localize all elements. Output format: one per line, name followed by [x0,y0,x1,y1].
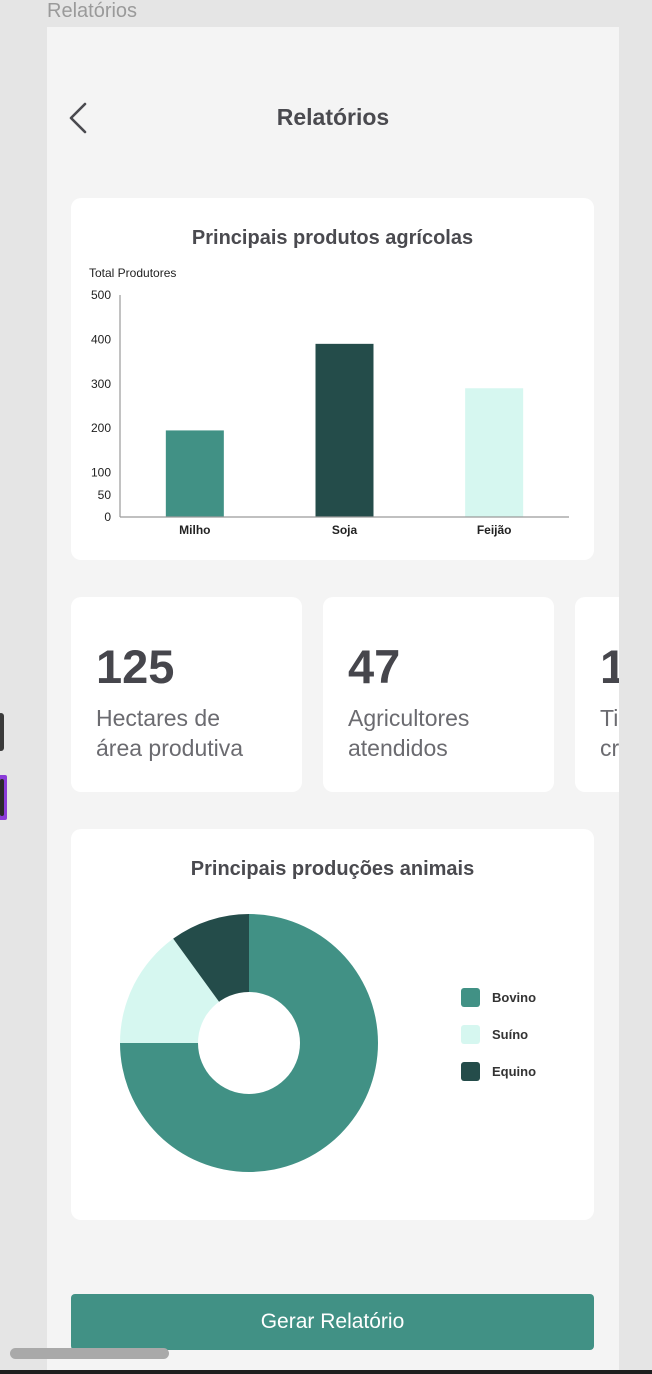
page-title: Relatórios [276,104,390,130]
phone-screen: Relatórios Principais produtos agrícolas… [47,27,619,1370]
x-tick-label: Milho [179,523,210,537]
x-tick-label: Feijão [477,523,512,537]
donut-chart [120,914,378,1172]
legend-swatch [461,1025,480,1044]
generate-report-button[interactable]: Gerar Relatório [71,1294,594,1350]
y-axis-label: Total Produtores [89,266,176,280]
donut-hole [198,992,300,1094]
legend-item: Equino [461,1053,536,1090]
y-tick-label: 300 [91,377,111,391]
y-tick-label: 400 [91,332,111,346]
y-tick-label: 100 [91,466,111,480]
bar-soja [315,343,374,517]
stats-row[interactable]: 125 Hectares de área produtiva 47 Agricu… [71,597,619,793]
y-tick-label: 200 [91,421,111,435]
bar-chart-card: Principais produtos agrícolas Total Prod… [71,198,594,560]
stat-value: 1 [600,640,619,693]
legend-item: Suíno [461,1016,536,1053]
frame-label: Relatórios [47,0,138,22]
pie-chart-card: Principais produções animais Bovino Suíno… [71,829,594,1220]
stat-card: 1 Ti cr [575,597,619,792]
stat-card: 47 Agricultores atendidos [323,597,554,792]
header: Relatórios [47,27,619,212]
bar-chart: Total Produtores 0 50 100 200 300 400 500 Milho S… [89,266,569,537]
legend-item: Bovino [461,979,536,1016]
legend-label: Equino [492,1064,537,1079]
y-tick-label: 50 [98,488,112,502]
side-handle [0,713,4,751]
legend-swatch [461,988,480,1007]
x-tick-label: Soja [332,523,358,537]
horizontal-scrollbar[interactable] [10,1348,169,1359]
legend-label: Suíno [492,1027,529,1042]
y-tick-label: 500 [91,288,111,302]
chart-legend: Bovino Suíno Equino [461,979,536,1090]
stat-label: Agricultores atendidos [348,705,470,761]
bottom-strip [0,1370,652,1374]
stat-label: Hectares de área produtiva [96,705,244,761]
stat-card: 125 Hectares de área produtiva [71,597,302,792]
stat-label: Ti cr [600,705,619,761]
bar-feijão [465,388,524,517]
side-handle-selected [0,775,7,820]
legend-swatch [461,1062,480,1081]
legend-label: Bovino [492,990,537,1005]
stat-value: 125 [96,640,175,693]
y-tick-label: 0 [104,510,111,524]
bar-milho [165,430,224,517]
stat-value: 47 [348,640,401,693]
